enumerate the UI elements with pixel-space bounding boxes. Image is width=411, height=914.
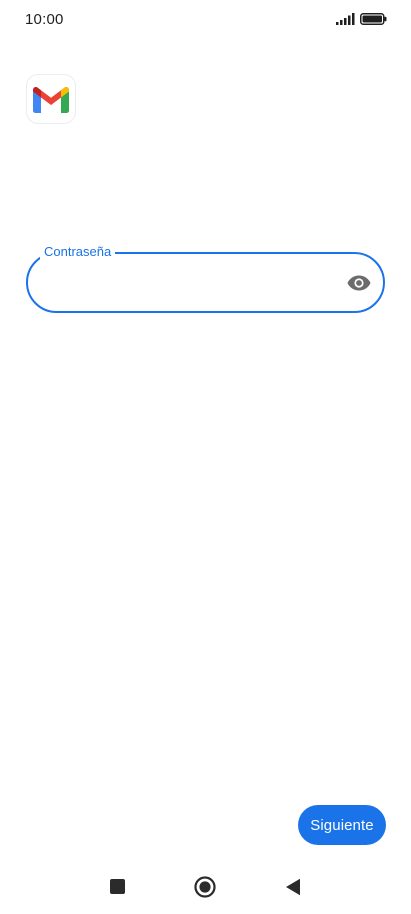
password-field-label: Contraseña [40, 243, 116, 261]
battery-icon [360, 13, 387, 25]
eye-icon [347, 275, 371, 291]
app-logo [26, 74, 76, 124]
password-field[interactable]: Contraseña [26, 243, 385, 313]
triangle-back-icon[interactable] [285, 878, 301, 896]
next-button[interactable]: Siguiente [298, 805, 386, 845]
password-input[interactable] [46, 268, 340, 300]
navigation-bar [0, 866, 411, 906]
show-password-toggle[interactable] [346, 272, 372, 294]
signal-icon [336, 13, 355, 25]
square-icon[interactable] [110, 879, 125, 894]
gmail-logo-icon [33, 86, 69, 113]
status-time: 10:00 [25, 11, 64, 28]
circle-icon[interactable] [194, 876, 216, 898]
status-bar: 10:00 [0, 0, 411, 40]
